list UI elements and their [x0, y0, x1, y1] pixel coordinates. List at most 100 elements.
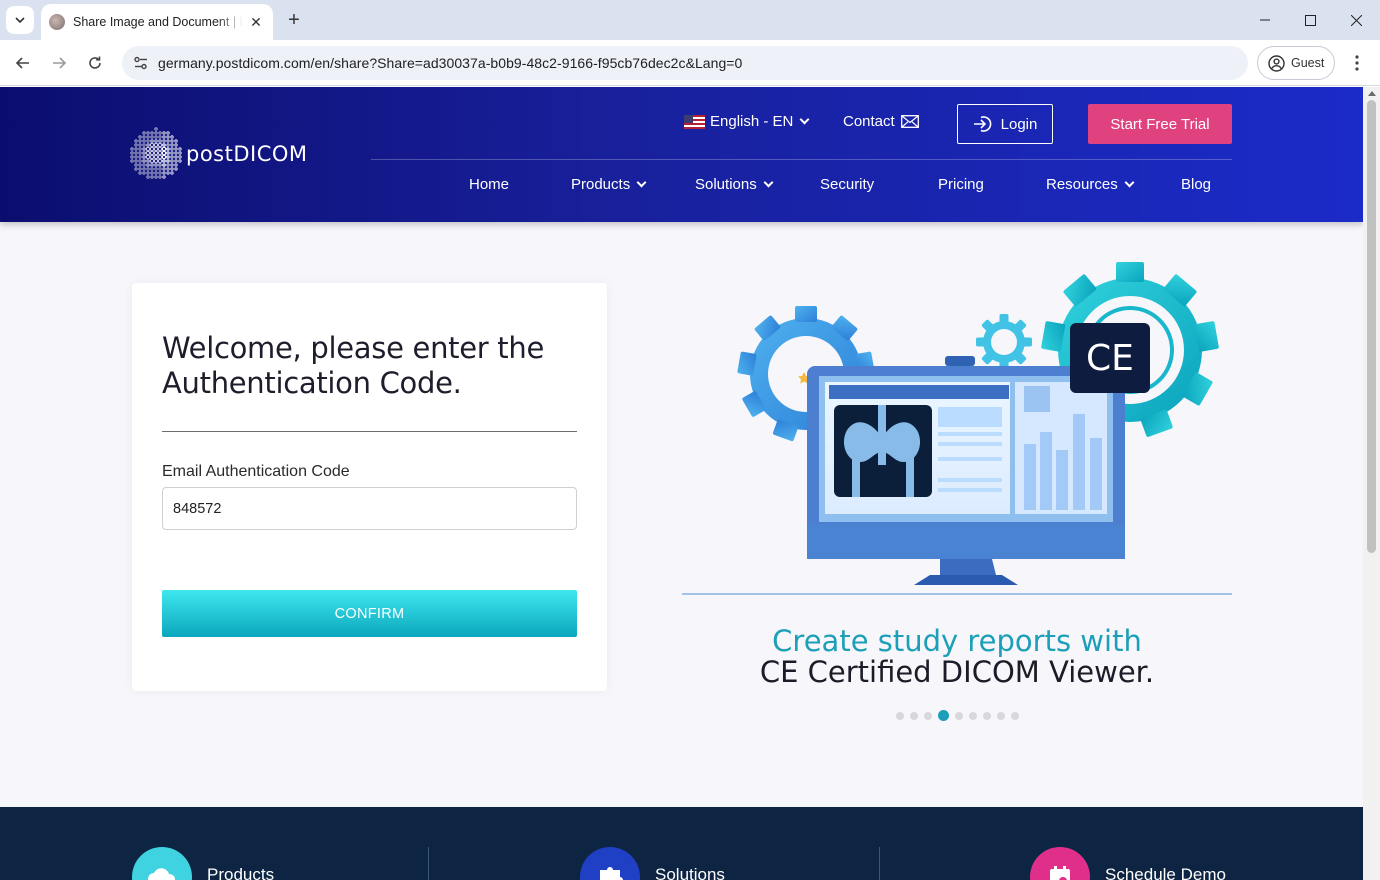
maximize-icon: [1304, 14, 1316, 26]
puzzle-icon: [580, 847, 640, 880]
url-text: germany.postdicom.com/en/share?Share=ad3…: [158, 55, 743, 71]
footer-separator: [879, 847, 880, 880]
us-flag-icon: [684, 114, 705, 129]
footer-schedule-demo[interactable]: Schedule Demo: [1030, 847, 1226, 880]
language-label: English - EN: [710, 113, 794, 130]
scroll-up-arrow-icon[interactable]: [1368, 91, 1376, 96]
footer-solutions[interactable]: Solutions: [580, 847, 725, 880]
nav-blog[interactable]: Blog: [1181, 176, 1211, 193]
address-bar[interactable]: germany.postdicom.com/en/share?Share=ad3…: [122, 46, 1248, 80]
carousel-pagination: [896, 710, 1025, 721]
close-icon: [1350, 14, 1362, 26]
contact-label: Contact: [843, 113, 895, 130]
nav-security-label: Security: [820, 176, 875, 193]
auth-code-input[interactable]: [162, 487, 577, 530]
minimize-button[interactable]: [1242, 4, 1288, 36]
site-info-icon[interactable]: [126, 50, 156, 76]
auth-title: Welcome, please enter the Authentication…: [162, 331, 545, 400]
arrow-right-icon: [53, 57, 67, 69]
nav-divider: [371, 159, 1232, 160]
carousel-dot[interactable]: [969, 711, 977, 720]
carousel-dot[interactable]: [1011, 711, 1019, 720]
minimize-icon: [1260, 19, 1270, 21]
nav-resources-label: Resources: [1046, 176, 1118, 193]
nav-pricing[interactable]: Pricing: [938, 176, 984, 193]
ce-badge-text: CE: [1086, 338, 1134, 379]
maximize-button[interactable]: [1287, 4, 1333, 36]
slide-caption-line1: Create study reports with: [772, 624, 1142, 658]
envelope-icon: [900, 115, 919, 128]
carousel-dot[interactable]: [896, 711, 904, 720]
nav-resources[interactable]: Resources: [1046, 176, 1135, 193]
carousel-dot[interactable]: [983, 711, 991, 720]
trial-label: Start Free Trial: [1110, 115, 1210, 133]
chevron-down-icon: [636, 177, 647, 188]
carousel-dot[interactable]: [997, 711, 1005, 720]
logo-mark-icon: [130, 127, 182, 179]
footer-products-label: Products: [207, 865, 275, 880]
account-icon: [1268, 54, 1285, 72]
footer-products[interactable]: Products: [132, 847, 274, 880]
chevron-down-icon: [15, 17, 25, 23]
close-window-button[interactable]: [1333, 4, 1379, 36]
tab-close-icon[interactable]: ✕: [247, 13, 265, 31]
chevron-down-icon: [763, 177, 774, 188]
forward-button[interactable]: [44, 48, 74, 78]
nav-solutions[interactable]: Solutions: [695, 176, 774, 193]
new-tab-button[interactable]: +: [282, 8, 306, 32]
footer-schedule-demo-label: Schedule Demo: [1105, 865, 1226, 880]
login-icon: [973, 116, 991, 132]
footer-solutions-label: Solutions: [655, 865, 725, 880]
footer-separator: [428, 847, 429, 880]
ce-badge: CE: [1070, 323, 1150, 393]
tab-search-button[interactable]: [6, 6, 34, 34]
nav-home[interactable]: Home: [469, 176, 509, 193]
browser-tab[interactable]: Share Image and Document | PostDICOM ✕: [41, 4, 273, 40]
slide-caption-line2: CE Certified DICOM Viewer.: [759, 655, 1155, 689]
reload-icon: [89, 56, 101, 69]
carousel-dot[interactable]: [955, 711, 963, 720]
nav-products-label: Products: [571, 176, 631, 193]
start-free-trial-button[interactable]: Start Free Trial: [1088, 104, 1232, 144]
login-label: Login: [1000, 115, 1038, 133]
chevron-down-icon: [799, 114, 810, 125]
auth-card: Welcome, please enter the Authentication…: [132, 283, 607, 691]
language-selector[interactable]: English - EN: [684, 113, 810, 130]
chevron-down-icon: [1124, 177, 1135, 188]
footer-band: Products Solutions Schedule Demo: [0, 807, 1363, 880]
auth-divider: [162, 431, 577, 432]
login-button[interactable]: Login: [957, 104, 1053, 144]
carousel-dot[interactable]: [924, 711, 932, 720]
browser-menu-button[interactable]: [1344, 50, 1370, 76]
contact-link[interactable]: Contact: [843, 113, 919, 130]
more-vertical-icon: [1355, 55, 1359, 71]
page-scrollbar[interactable]: [1363, 87, 1380, 880]
gear-icon: [976, 314, 1032, 370]
code-field-label: Email Authentication Code: [162, 463, 350, 480]
arrow-left-icon: [15, 57, 29, 69]
nav-solutions-label: Solutions: [695, 176, 757, 193]
page-viewport: postDICOM English - EN Contact Login Sta…: [0, 87, 1363, 880]
confirm-button[interactable]: CONFIRM: [162, 590, 577, 637]
nav-pricing-label: Pricing: [938, 176, 984, 193]
calendar-icon: [1030, 847, 1090, 880]
postdicom-logo[interactable]: postDICOM: [130, 125, 308, 183]
tab-title: Share Image and Document | PostDICOM: [73, 15, 243, 29]
back-button[interactable]: [8, 48, 38, 78]
profile-label: Guest: [1291, 56, 1325, 70]
favicon-icon: [49, 14, 65, 30]
nav-home-label: Home: [469, 176, 510, 193]
scrollbar-thumb[interactable]: [1367, 100, 1376, 553]
nav-products[interactable]: Products: [571, 176, 647, 193]
profile-button[interactable]: Guest: [1257, 46, 1335, 80]
nav-blog-label: Blog: [1181, 176, 1212, 193]
carousel-dot[interactable]: [938, 710, 949, 721]
carousel-dot[interactable]: [910, 711, 918, 720]
browser-tab-strip: Share Image and Document | PostDICOM ✕ +: [0, 0, 1380, 40]
hero-illustration: CE: [737, 262, 1219, 585]
reload-button[interactable]: [80, 48, 110, 78]
nav-security[interactable]: Security: [820, 176, 874, 193]
logo-text: postDICOM: [186, 142, 308, 166]
cloud-icon: [132, 847, 192, 880]
browser-toolbar: germany.postdicom.com/en/share?Share=ad3…: [0, 40, 1380, 86]
